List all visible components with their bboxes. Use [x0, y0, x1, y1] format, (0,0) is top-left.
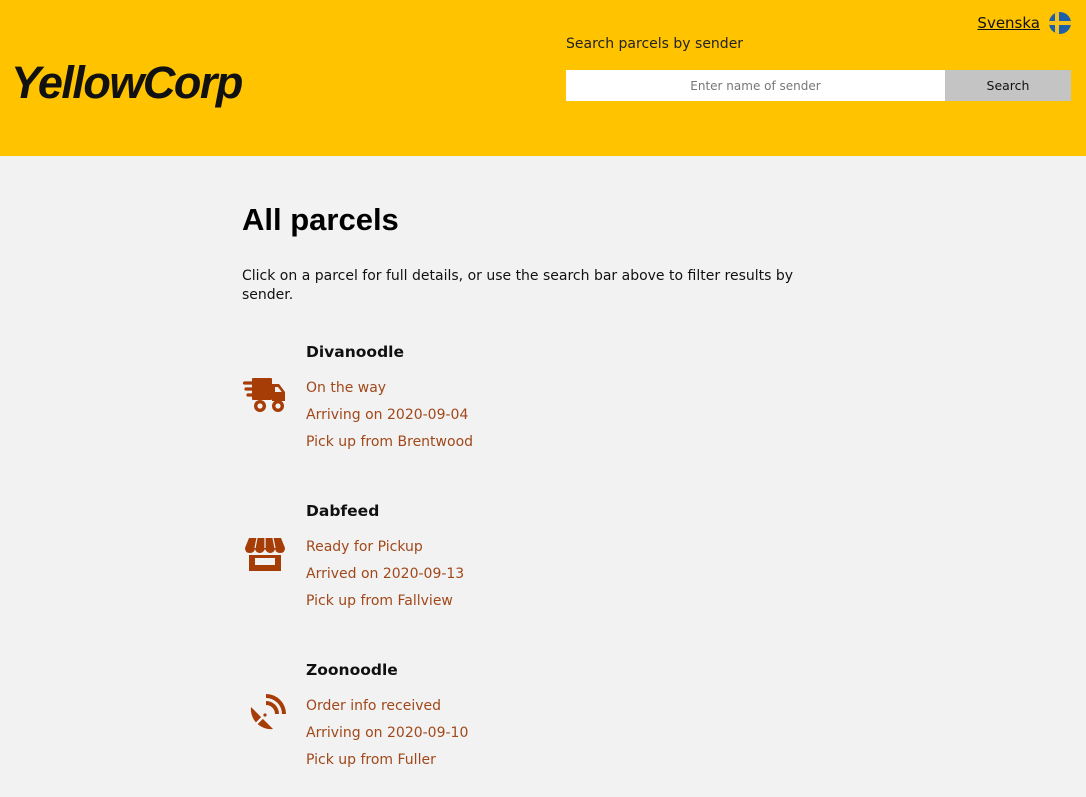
search-input[interactable]	[566, 70, 945, 101]
parcel-sender: Divanoodle	[306, 343, 404, 361]
language-switcher[interactable]: Svenska	[977, 12, 1071, 34]
parcel-date: Arriving on 2020-09-04	[306, 407, 469, 423]
parcel-pickup: Pick up from Fuller	[306, 752, 436, 768]
parcel-item-dabfeed[interactable]: Dabfeed Ready for Pickup Arrived on 2020…	[242, 502, 642, 622]
parcel-item-zoonoodle[interactable]: Zoonoodle Order info received Arriving o…	[242, 661, 642, 781]
intro-text: Click on a parcel for full details, or u…	[242, 268, 794, 303]
parcel-date: Arrived on 2020-09-13	[306, 566, 465, 582]
page-title: All parcels	[242, 202, 399, 237]
store-icon	[243, 532, 287, 576]
parcel-status: Ready for Pickup	[306, 539, 423, 555]
search-button[interactable]: Search	[945, 70, 1071, 101]
satellite-dish-icon	[243, 693, 287, 737]
parcel-sender: Dabfeed	[306, 502, 380, 520]
logo[interactable]: YellowCorp	[11, 53, 243, 113]
parcel-item-divanoodle[interactable]: Divanoodle On the way Arriving on 2020-0…	[242, 343, 642, 463]
parcel-status: Order info received	[306, 698, 441, 714]
delivery-truck-icon	[243, 373, 287, 417]
parcel-status: On the way	[306, 380, 387, 396]
site-header: YellowCorp Svenska Search parcels by sen…	[0, 0, 1086, 156]
main-content: All parcels Click on a parcel for full d…	[242, 196, 842, 305]
language-link[interactable]: Svenska	[977, 14, 1040, 32]
sweden-flag-icon[interactable]	[1049, 12, 1071, 34]
search-label: Search parcels by sender	[566, 36, 744, 52]
parcel-date: Arriving on 2020-09-10	[306, 725, 469, 741]
parcel-pickup: Pick up from Brentwood	[306, 434, 474, 450]
parcel-sender: Zoonoodle	[306, 661, 398, 679]
parcel-pickup: Pick up from Fallview	[306, 593, 453, 609]
